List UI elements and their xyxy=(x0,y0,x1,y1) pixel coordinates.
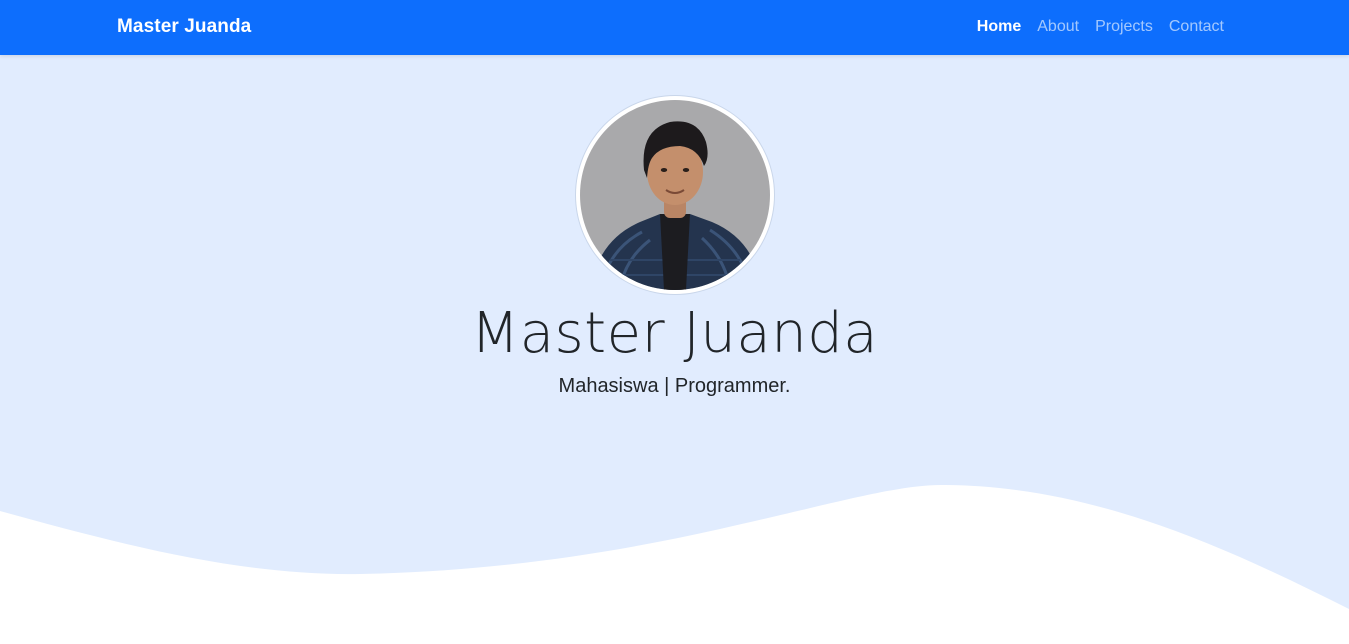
navbar-brand[interactable]: Master Juanda xyxy=(117,16,251,38)
nav-link-about[interactable]: About xyxy=(1037,18,1079,36)
nav-link-home[interactable]: Home xyxy=(977,18,1021,36)
profile-avatar xyxy=(576,96,774,294)
nav-link-projects[interactable]: Projects xyxy=(1095,18,1153,36)
hero-name: Master Juanda xyxy=(470,301,879,366)
wave-divider xyxy=(0,484,1349,644)
hero-tagline: Mahasiswa | Programmer. xyxy=(558,375,791,397)
nav-links: Home About Projects Contact xyxy=(977,18,1224,36)
nav-link-contact[interactable]: Contact xyxy=(1169,18,1224,36)
hero-section: Master Juanda Mahasiswa | Programmer. xyxy=(0,55,1349,644)
profile-photo-icon xyxy=(580,100,770,290)
navbar: Master Juanda Home About Projects Contac… xyxy=(0,0,1349,55)
